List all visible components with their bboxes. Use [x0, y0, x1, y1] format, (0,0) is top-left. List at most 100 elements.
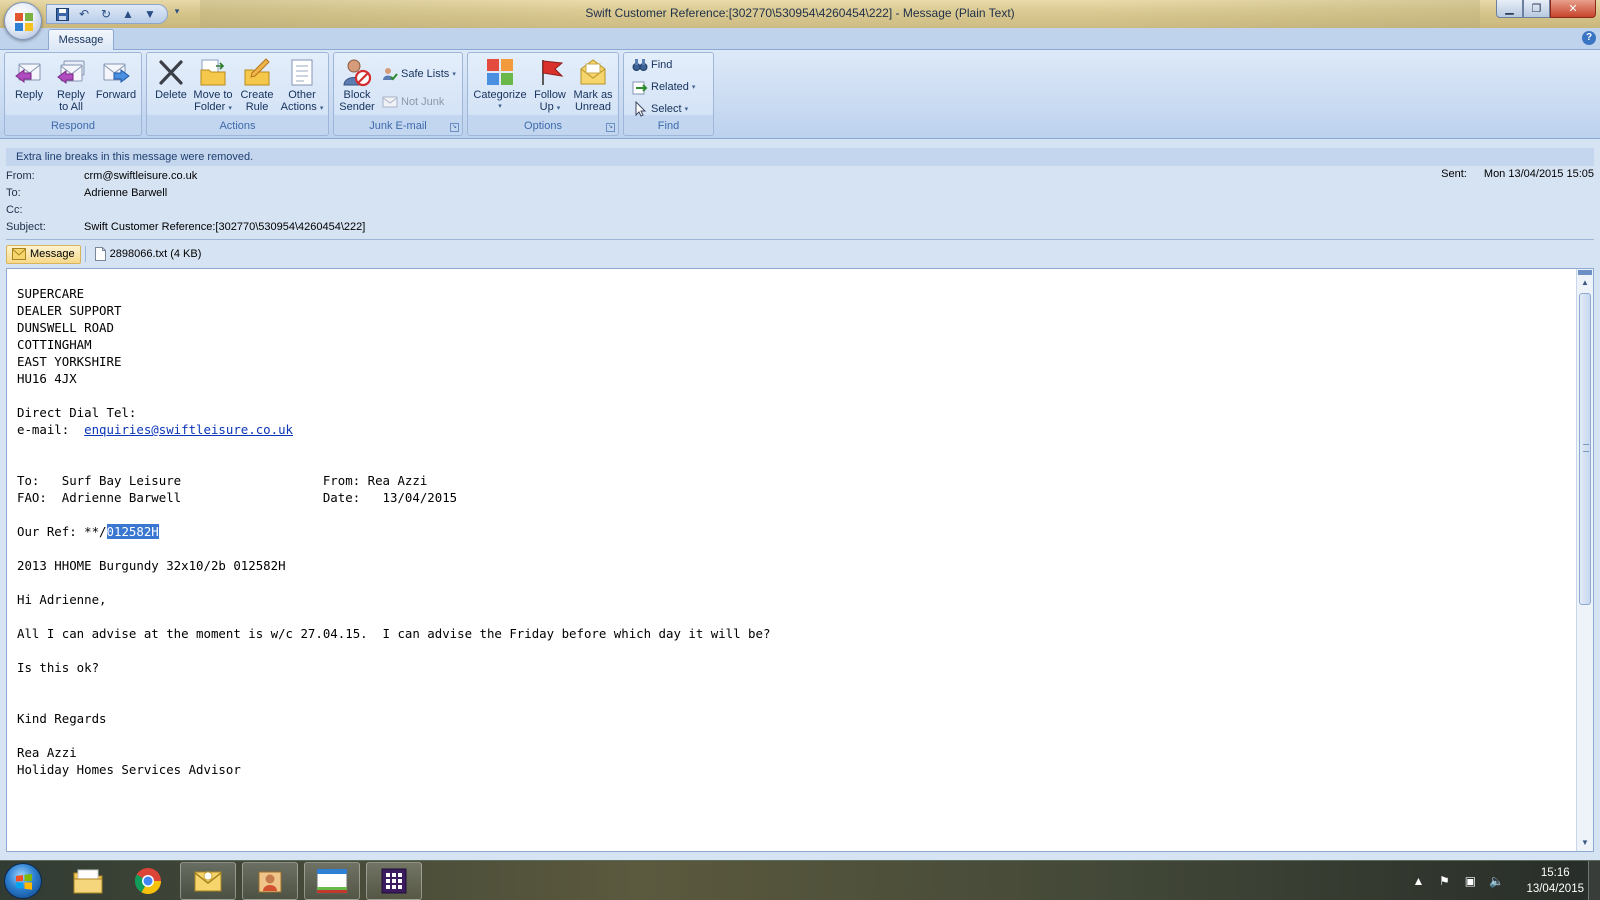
vertical-scrollbar[interactable]: ▲ ▼ [1576, 269, 1593, 851]
forward-icon [103, 63, 130, 83]
fao-line: FAO: Adrienne Barwell Date: 13/04/2015 [17, 490, 458, 505]
taskbar-sage[interactable] [304, 862, 360, 900]
block-sender-button[interactable]: Block Sender [337, 55, 377, 117]
not-junk-button[interactable]: Not Junk [382, 93, 444, 111]
reply-button[interactable]: Reply [9, 55, 49, 117]
folder-icon [73, 869, 103, 894]
scroll-thumb[interactable] [1579, 293, 1591, 605]
sent-field: Sent: Mon 13/04/2015 15:05 [1441, 168, 1594, 180]
email-link[interactable]: enquiries@swiftleisure.co.uk [84, 422, 293, 437]
block-sender-icon [343, 59, 372, 87]
reply-icon [15, 63, 41, 83]
message-content: 2013 HHOME Burgundy 32x10/2b 012582H Hi … [17, 558, 771, 777]
thumb-grip-icon [1583, 444, 1589, 452]
attachment-strip: Message 2898066.txt (4 KB) [6, 243, 206, 265]
not-junk-icon [382, 96, 398, 108]
scroll-up-icon[interactable]: ▲ [1577, 275, 1593, 291]
mark-unread-icon [580, 59, 606, 85]
move-to-folder-button[interactable]: Move to Folder ▾ [191, 55, 235, 117]
forward-button[interactable]: Forward [93, 55, 139, 117]
junk-email-group: Block Sender Safe Lists ▾ Not Junk Junk E… [333, 52, 463, 136]
help-icon[interactable]: ? [1582, 31, 1596, 45]
options-group: Categorize ▾ Follow Up ▾ Mark as Unread … [467, 52, 619, 136]
info-bar[interactable]: Extra line breaks in this message were r… [6, 148, 1594, 166]
chrome-icon [134, 868, 162, 895]
categorize-button[interactable]: Categorize ▾ [472, 55, 528, 117]
find-group: Find Related ▾ Select ▾ Find [623, 52, 714, 136]
window-controls: ▁ ❐ ✕ [1496, 0, 1596, 18]
volume-icon[interactable]: 🔈 [1488, 874, 1504, 888]
junk-email-group-label: Junk E-mail [369, 120, 427, 132]
reply-all-button[interactable]: Reply to All [51, 55, 91, 117]
reply-all-icon [57, 60, 85, 84]
show-hidden-icons-icon[interactable]: ▲ [1410, 874, 1426, 888]
clock[interactable]: 15:16 13/04/2015 [1526, 865, 1584, 897]
find-button[interactable]: Find [632, 56, 672, 74]
system-tray: ▲ ⚑ ▣ 🔈 15:16 13/04/2015 [1410, 861, 1584, 900]
sent-value: Mon 13/04/2015 15:05 [1483, 168, 1594, 180]
mark-as-unread-button[interactable]: Mark as Unread [570, 55, 616, 117]
safe-lists-button[interactable]: Safe Lists ▾ [382, 65, 456, 83]
address-block: SUPERCARE DEALER SUPPORT DUNSWELL ROAD C… [17, 286, 137, 420]
junk-options-launcher-icon[interactable]: ↘ [450, 123, 459, 132]
create-rule-icon [244, 58, 270, 86]
message-header: From: crm@swiftleisure.co.uk To: Adrienn… [6, 168, 1594, 233]
taskbar-calculator[interactable] [366, 862, 422, 900]
action-center-flag-icon[interactable]: ⚑ [1436, 874, 1452, 888]
network-icon[interactable]: ▣ [1462, 874, 1478, 888]
safe-lists-icon [383, 68, 398, 81]
message-text[interactable]: SUPERCARE DEALER SUPPORT DUNSWELL ROAD C… [17, 285, 770, 778]
binoculars-icon [632, 59, 648, 71]
attachment-file[interactable]: 2898066.txt (4 KB) [90, 245, 207, 264]
taskbar-outlook[interactable] [180, 862, 236, 900]
actions-group-label: Actions [219, 120, 256, 132]
to-value[interactable]: Adrienne Barwell [84, 185, 167, 201]
folder-icon [200, 59, 226, 86]
grid-app-icon [381, 868, 407, 894]
contact-card-icon [258, 871, 282, 893]
window-title: Swift Customer Reference:[302770\530954\… [585, 6, 1015, 20]
taskbar-explorer[interactable] [60, 862, 116, 900]
windows-logo-icon [16, 874, 32, 890]
create-rule-button[interactable]: Create Rule [237, 55, 277, 117]
sage-icon [316, 868, 348, 894]
related-icon [632, 81, 648, 95]
office-button[interactable] [4, 2, 42, 40]
tab-message[interactable]: Message [48, 29, 114, 50]
title-bar: ↶ ↻ ▲ ▼ ▾ Swift Customer Reference:[3027… [0, 0, 1600, 28]
other-actions-icon [291, 59, 313, 86]
related-button[interactable]: Related ▾ [632, 78, 695, 96]
ribbon-tab-strip: Message ? [0, 28, 1600, 50]
message-options-launcher-icon[interactable]: ↘ [606, 123, 615, 132]
show-desktop-button[interactable] [1588, 861, 1600, 900]
taskbar: ▲ ⚑ ▣ 🔈 15:16 13/04/2015 [0, 860, 1600, 900]
start-button[interactable] [4, 863, 42, 899]
office-logo-icon [15, 13, 33, 31]
taskbar-chrome[interactable] [120, 862, 176, 900]
follow-up-button[interactable]: Follow Up ▾ [530, 55, 570, 117]
respond-group: Reply Reply to All Forward Respond [4, 52, 142, 136]
respond-group-label: Respond [50, 120, 96, 132]
delete-icon [159, 60, 183, 85]
message-body[interactable]: SUPERCARE DEALER SUPPORT DUNSWELL ROAD C… [6, 268, 1594, 852]
minimize-button[interactable]: ▁ [1496, 0, 1523, 18]
other-actions-button[interactable]: Other Actions ▾ [279, 55, 325, 117]
close-button[interactable]: ✕ [1550, 0, 1596, 18]
message-body-tab[interactable]: Message [6, 244, 81, 264]
delete-button[interactable]: Delete [151, 55, 191, 117]
attachment-separator [84, 246, 86, 262]
text-file-icon [94, 247, 106, 261]
header-divider [6, 239, 1594, 240]
to-line: To: Surf Bay Leisure From: Rea Azzi [17, 473, 428, 488]
scroll-down-icon[interactable]: ▼ [1577, 835, 1593, 851]
options-group-label: Options [524, 120, 562, 132]
selected-reference[interactable]: 012582H [106, 524, 159, 539]
outlook-envelope-icon [194, 871, 222, 892]
from-value[interactable]: crm@swiftleisure.co.uk [84, 168, 197, 184]
select-button[interactable]: Select ▾ [632, 100, 688, 118]
find-group-label: Find [657, 120, 680, 132]
envelope-icon [12, 248, 26, 260]
flag-icon [542, 60, 564, 85]
taskbar-contacts[interactable] [242, 862, 298, 900]
restore-button[interactable]: ❐ [1523, 0, 1550, 18]
